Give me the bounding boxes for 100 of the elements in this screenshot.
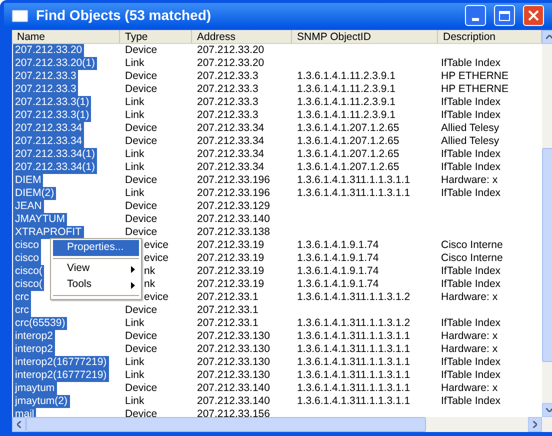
table-cell: IfTable Index bbox=[441, 317, 501, 329]
table-cell[interactable]: JEAN bbox=[13, 200, 44, 213]
window-icon bbox=[12, 10, 28, 22]
table-cell: 207.212.33.1 bbox=[197, 317, 258, 329]
table-cell: Link bbox=[125, 395, 144, 407]
table-cell: 1.3.6.1.4.1.311.1.1.3.1.1 bbox=[297, 369, 410, 381]
scroll-thumb[interactable] bbox=[542, 148, 552, 362]
table-cell: IfTable Index bbox=[441, 356, 501, 368]
menu-item[interactable]: Properties... bbox=[53, 240, 139, 256]
table-cell: 207.212.33.130 bbox=[197, 356, 270, 368]
table-cell: IfTable Index bbox=[441, 395, 501, 407]
table-cell[interactable]: interop2 bbox=[13, 343, 55, 356]
scroll-left-button[interactable] bbox=[12, 417, 26, 432]
table-cell: 1.3.6.1.4.1.207.1.2.65 bbox=[297, 122, 400, 134]
table-cell: 207.212.33.1 bbox=[197, 304, 258, 316]
table-cell[interactable]: DIEM bbox=[13, 174, 44, 187]
table-cell: 207.212.33.1 bbox=[197, 291, 258, 303]
table-cell[interactable]: crc bbox=[13, 304, 31, 317]
table-cell: 207.212.33.3 bbox=[197, 83, 258, 95]
table-cell[interactable]: cisco bbox=[13, 239, 41, 252]
table-cell[interactable]: interop2(16777219) bbox=[13, 369, 109, 382]
submenu-arrow-icon bbox=[131, 266, 135, 272]
maximize-button[interactable] bbox=[494, 5, 515, 26]
vertical-scrollbar[interactable] bbox=[542, 30, 552, 417]
table-cell[interactable]: cisco( bbox=[13, 265, 44, 278]
table-cell[interactable]: cisco bbox=[13, 252, 41, 265]
column-header[interactable]: Name bbox=[12, 30, 120, 43]
table-cell: 207.212.33.34 bbox=[197, 122, 264, 134]
menu-item[interactable]: View bbox=[53, 261, 139, 277]
table-cell: 207.212.33.19 bbox=[197, 265, 264, 277]
table-cell: Device bbox=[125, 200, 158, 212]
submenu-arrow-icon bbox=[131, 282, 135, 288]
scroll-right-button[interactable] bbox=[528, 417, 542, 432]
table-cell: 207.212.33.196 bbox=[197, 174, 270, 186]
table-cell: 1.3.6.1.4.1.311.1.1.3.1.1 bbox=[297, 330, 410, 342]
table-cell: 207.212.33.138 bbox=[197, 226, 270, 238]
column-header[interactable]: Address bbox=[192, 30, 292, 43]
table-cell[interactable]: 207.212.33.34 bbox=[13, 122, 84, 135]
table-cell: 1.3.6.1.4.1.311.1.1.3.1.1 bbox=[297, 187, 410, 199]
table-cell: 207.212.33.156 bbox=[197, 408, 270, 417]
table-cell: Device bbox=[125, 226, 158, 238]
table-cell[interactable]: 207.212.33.34 bbox=[13, 135, 84, 148]
table-cell: 207.212.33.196 bbox=[197, 187, 270, 199]
horizontal-scrollbar[interactable] bbox=[12, 417, 552, 432]
table-cell: IfTable Index bbox=[441, 109, 501, 121]
table-cell: Hardware: x bbox=[441, 343, 498, 355]
table-cell: 1.3.6.1.4.1.207.1.2.65 bbox=[297, 135, 400, 147]
table-cell[interactable]: 207.212.33.3(1) bbox=[13, 96, 92, 109]
table-cell: 207.212.33.130 bbox=[197, 330, 270, 342]
table-cell: Device bbox=[125, 343, 158, 355]
close-button[interactable] bbox=[523, 5, 544, 26]
menu-item[interactable]: Tools bbox=[53, 277, 139, 293]
table-cell[interactable]: crc(65539) bbox=[13, 317, 68, 330]
table-cell: Link bbox=[125, 161, 144, 173]
scroll-down-button[interactable] bbox=[542, 403, 552, 417]
table-cell: 1.3.6.1.4.1.9.1.74 bbox=[297, 278, 379, 290]
table-cell: Link bbox=[125, 369, 144, 381]
table-cell: Link bbox=[125, 109, 144, 121]
table-cell[interactable]: interop2 bbox=[13, 330, 55, 343]
table-cell: IfTable Index bbox=[441, 96, 501, 108]
table-cell[interactable]: jmaytum(2) bbox=[13, 395, 70, 408]
table-cell[interactable]: 207.212.33.20 bbox=[13, 44, 84, 57]
table-cell[interactable]: 207.212.33.34(1) bbox=[13, 161, 97, 174]
table-cell[interactable]: DIEM(2) bbox=[13, 187, 56, 200]
table-cell: 1.3.6.1.4.1.311.1.1.3.1.1 bbox=[297, 356, 410, 368]
table-cell: 1.3.6.1.4.1.207.1.2.65 bbox=[297, 148, 400, 160]
minimize-button[interactable] bbox=[465, 5, 486, 26]
table-cell: Hardware: x bbox=[441, 330, 498, 342]
table-cell: nk bbox=[144, 265, 156, 277]
table-cell[interactable]: jmaytum bbox=[13, 382, 57, 395]
column-header[interactable]: Type bbox=[120, 30, 192, 43]
table-cell: 207.212.33.130 bbox=[197, 369, 270, 381]
table-cell[interactable]: JMAYTUM bbox=[13, 213, 67, 226]
table-cell[interactable]: mail bbox=[13, 408, 36, 417]
scroll-thumb[interactable] bbox=[26, 417, 426, 432]
table-cell: Link bbox=[125, 356, 144, 368]
table-cell[interactable]: XTRAPROFIT bbox=[13, 226, 84, 239]
table-cell: 1.3.6.1.4.1.11.2.3.9.1 bbox=[297, 83, 396, 95]
column-header[interactable]: SNMP ObjectID bbox=[292, 30, 438, 43]
table-cell: IfTable Index bbox=[441, 187, 501, 199]
table-cell: IfTable Index bbox=[441, 57, 501, 69]
table-cell: Hardware: x bbox=[441, 174, 498, 186]
table-cell: Link bbox=[125, 57, 144, 69]
table-cell: 207.212.33.19 bbox=[197, 278, 264, 290]
table-cell: 207.212.33.129 bbox=[197, 200, 270, 212]
table-cell: HP ETHERNE bbox=[441, 83, 508, 95]
scroll-up-button[interactable] bbox=[542, 30, 552, 44]
table-cell: HP ETHERNE bbox=[441, 70, 508, 82]
table-cell[interactable]: cisco( bbox=[13, 278, 44, 291]
table-cell: IfTable Index bbox=[441, 278, 501, 290]
table-cell[interactable]: 207.212.33.3 bbox=[13, 70, 78, 83]
table-cell: Device bbox=[125, 213, 158, 225]
table-cell[interactable]: interop2(16777219) bbox=[13, 356, 109, 369]
table-cell[interactable]: 207.212.33.3 bbox=[13, 83, 78, 96]
table-cell[interactable]: 207.212.33.20(1) bbox=[13, 57, 97, 70]
table-cell[interactable]: crc bbox=[13, 291, 31, 304]
table-cell: Device bbox=[125, 44, 158, 56]
table-cell: Link bbox=[125, 148, 144, 160]
table-cell[interactable]: 207.212.33.3(1) bbox=[13, 109, 92, 122]
table-cell[interactable]: 207.212.33.34(1) bbox=[13, 148, 97, 161]
